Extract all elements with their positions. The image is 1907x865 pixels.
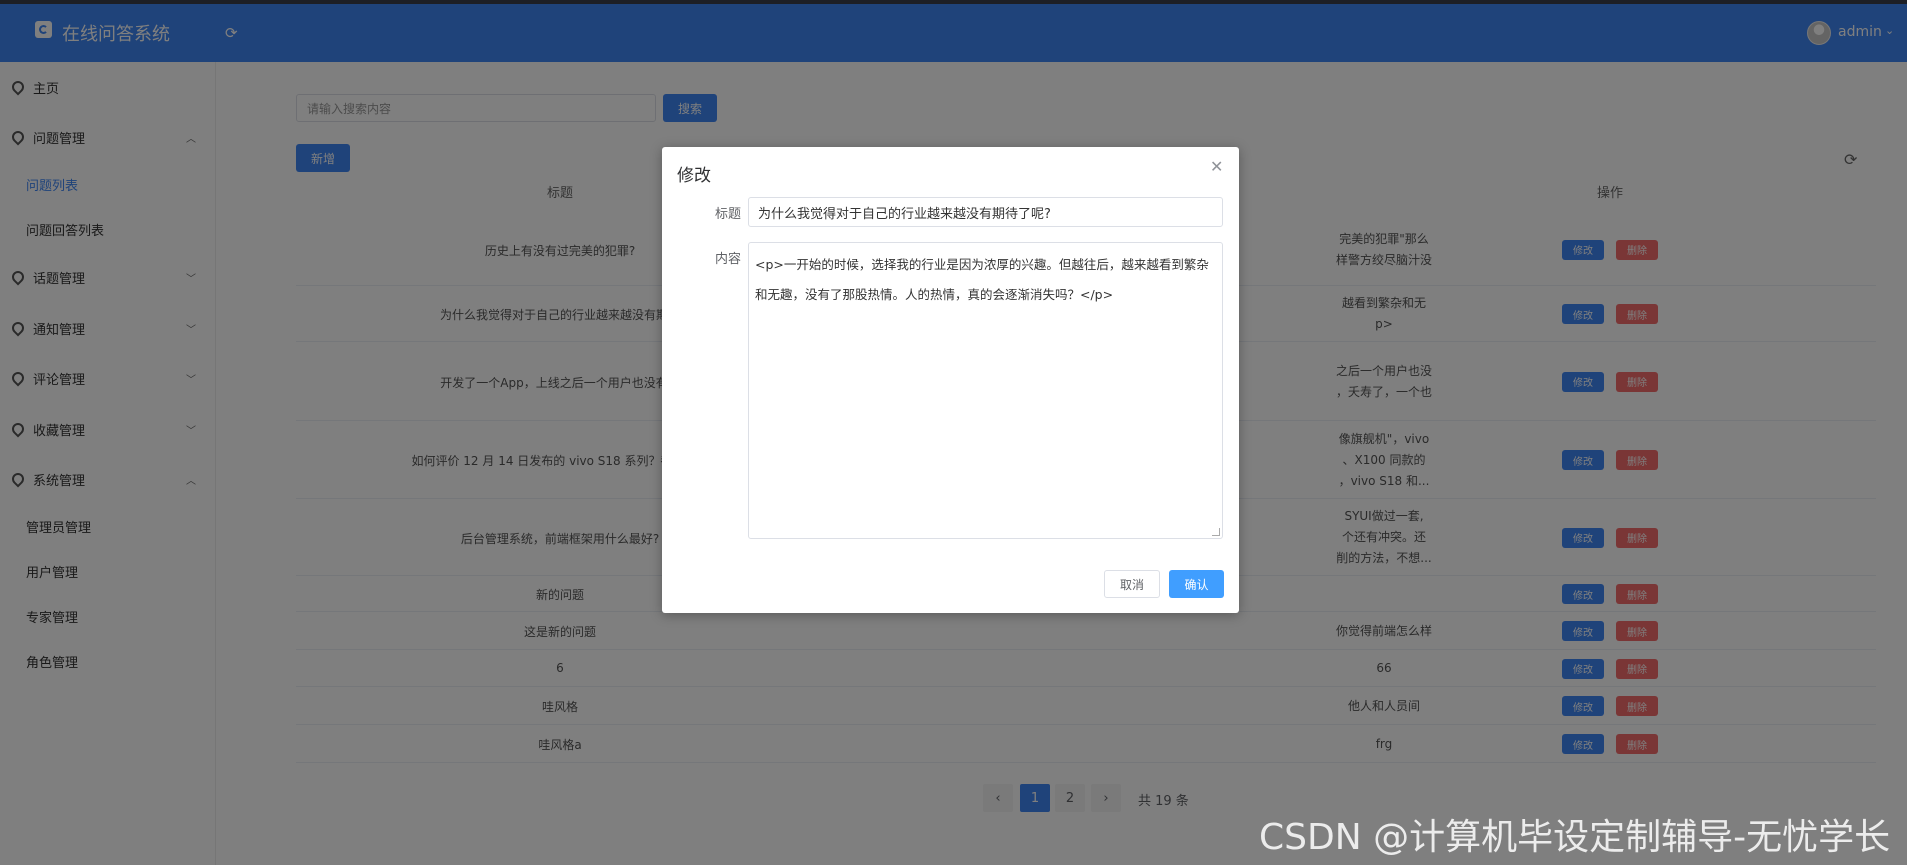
title-input[interactable]: 为什么我觉得对于自己的行业越来越没有期待了呢? (748, 197, 1223, 227)
edit-dialog: 修改 ✕ 标题 为什么我觉得对于自己的行业越来越没有期待了呢? 内容 <p>一开… (662, 147, 1239, 613)
close-icon[interactable]: ✕ (1210, 157, 1223, 176)
content-label: 内容 (714, 252, 741, 267)
resize-handle-icon[interactable] (1212, 528, 1220, 536)
dialog-title: 修改 (677, 166, 711, 186)
content-textarea[interactable]: <p>一开始的时候，选择我的行业是因为浓厚的兴趣。但越往后，越来越看到繁杂和无趣… (748, 242, 1223, 539)
watermark: CSDN @计算机毕设定制辅导-无忧学长 (1259, 817, 1891, 858)
title-label: 标题 (714, 207, 741, 222)
cancel-button[interactable]: 取消 (1104, 570, 1160, 598)
confirm-button[interactable]: 确认 (1169, 570, 1224, 598)
